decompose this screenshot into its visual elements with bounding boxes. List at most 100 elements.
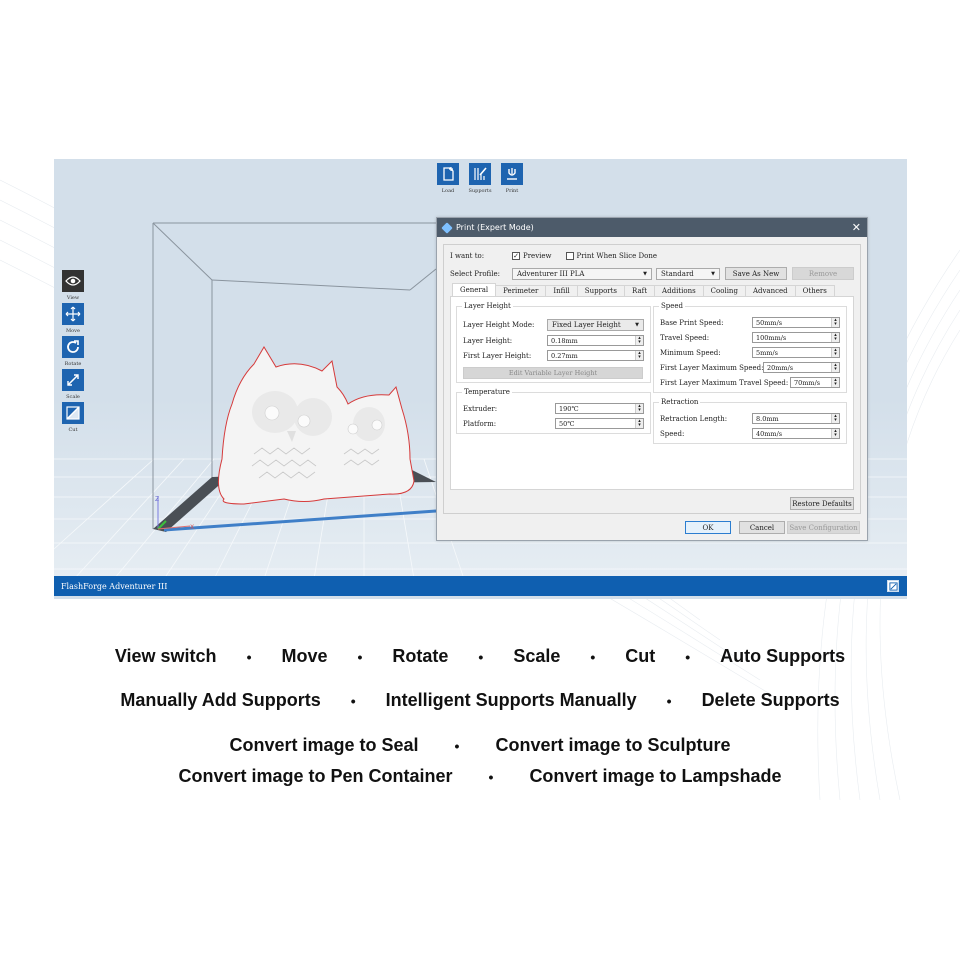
chevron-down-icon: ▼ (635, 322, 639, 328)
quality-select[interactable]: Standard ▼ (656, 267, 720, 280)
retraction-title: Retraction (659, 398, 701, 406)
first-layer-max-travel-speed-input[interactable]: 70mm/s ▴ ▾ (790, 377, 840, 388)
tab-infill[interactable]: Infill (545, 285, 578, 296)
caption-convert-lampshade: Convert image to Lampshade (529, 766, 782, 786)
spinner-arrows-icon[interactable]: ▴ ▾ (831, 414, 839, 423)
move-tool[interactable]: Move (61, 303, 85, 334)
caption-line-4: Convert image to Pen Container • Convert… (0, 766, 960, 787)
caption-convert-sculpture: Convert image to Sculpture (495, 735, 731, 755)
supports-icon[interactable] (469, 163, 491, 185)
spinner-arrows-icon[interactable]: ▴ ▾ (831, 363, 839, 372)
retraction-length-input[interactable]: 8.0mm ▴ ▾ (752, 413, 840, 424)
move-label: Move (66, 328, 80, 334)
cut-tool[interactable]: Cut (61, 402, 85, 433)
eye-icon[interactable] (62, 270, 84, 292)
spinner-arrows-icon[interactable]: ▴ ▾ (831, 333, 839, 342)
scale-arrow-icon[interactable] (62, 369, 84, 391)
chevron-down-icon: ▼ (643, 270, 647, 277)
print-icon[interactable] (501, 163, 523, 185)
profile-value: Adventurer III PLA (517, 269, 585, 278)
device-icon[interactable] (887, 580, 899, 592)
cut-icon[interactable] (62, 402, 84, 424)
left-toolbar: View Move Rotate Scale Cut (61, 270, 85, 433)
rotate-icon[interactable] (62, 336, 84, 358)
speed-group: Speed Base Print Speed: 50mm/s ▴ ▾ Travel… (653, 302, 847, 393)
travel-speed-label: Travel Speed: (660, 333, 710, 342)
rotate-tool[interactable]: Rotate (61, 336, 85, 367)
edit-variable-layer-height-button[interactable]: Edit Variable Layer Height (463, 367, 643, 379)
spinner-arrows-icon[interactable]: ▴ ▾ (635, 419, 643, 428)
save-configuration-button[interactable]: Save Configuration (787, 521, 860, 534)
rotate-label: Rotate (64, 361, 82, 367)
remove-button[interactable]: Remove (792, 267, 854, 280)
caption-delete-supports: Delete Supports (701, 690, 840, 710)
general-tab-panel: Layer Height Layer Height Mode: Fixed La… (450, 296, 854, 490)
spinner-arrows-icon[interactable]: ▴ ▾ (831, 318, 839, 327)
ok-button[interactable]: OK (685, 521, 731, 534)
extruder-temp-input[interactable]: 190℃ ▴ ▾ (555, 403, 644, 414)
travel-speed-input[interactable]: 100mm/s ▴ ▾ (752, 332, 840, 343)
layer-height-input[interactable]: 0.18mm ▴ ▾ (547, 335, 644, 346)
cancel-button[interactable]: Cancel (739, 521, 785, 534)
base-print-speed-input[interactable]: 50mm/s ▴ ▾ (752, 317, 840, 328)
tab-perimeter[interactable]: Perimeter (495, 285, 547, 296)
spinner-arrows-icon[interactable]: ▴ ▾ (635, 404, 643, 413)
travel-speed-row: Travel Speed: 100mm/s ▴ ▾ (660, 332, 840, 343)
supports-label: Supports (468, 188, 492, 194)
first-layer-height-row: First Layer Height: 0.27mm ▴ ▾ (463, 350, 644, 361)
file-add-icon[interactable] (437, 163, 459, 185)
close-icon[interactable]: ✕ (852, 221, 861, 234)
tab-advanced[interactable]: Advanced (744, 285, 796, 296)
platform-label: Platform: (463, 419, 497, 428)
load-tool[interactable]: Load (436, 163, 460, 194)
caption-intelligent-supports-manually: Intelligent Supports Manually (385, 690, 637, 710)
spinner-arrows-icon[interactable]: ▴ ▾ (831, 378, 839, 387)
z-axis-label: Z (155, 496, 159, 503)
tab-raft[interactable]: Raft (624, 285, 656, 296)
retraction-speed-input[interactable]: 40mm/s ▴ ▾ (752, 428, 840, 439)
temperature-group: Temperature Extruder: 190℃ ▴ ▾ Platform: … (456, 388, 651, 434)
tab-supports[interactable]: Supports (576, 285, 626, 296)
select-profile-label: Select Profile: (450, 269, 500, 278)
spinner-arrows-icon[interactable]: ▴ ▾ (831, 429, 839, 438)
first-layer-max-speed-input[interactable]: 20mm/s ▴ ▾ (763, 362, 840, 373)
minimum-speed-label: Minimum Speed: (660, 348, 721, 357)
retraction-speed-row: Speed: 40mm/s ▴ ▾ (660, 428, 840, 439)
owl-model[interactable] (218, 346, 415, 505)
spinner-arrows-icon[interactable]: ▴ ▾ (635, 351, 643, 360)
move-arrows-icon[interactable] (62, 303, 84, 325)
retraction-speed-label: Speed: (660, 429, 685, 438)
scale-label: Scale (66, 394, 80, 400)
layer-height-mode-value: Fixed Layer Height (552, 321, 621, 329)
scale-tool[interactable]: Scale (61, 369, 85, 400)
spinner-arrows-icon[interactable]: ▴ ▾ (635, 336, 643, 345)
layer-height-mode-select[interactable]: Fixed Layer Height ▼ (547, 319, 644, 331)
print-when-slice-done-checkbox[interactable] (565, 252, 574, 260)
tab-additions[interactable]: Additions (654, 285, 704, 296)
preview-checkbox[interactable]: ✓ (512, 252, 520, 260)
restore-defaults-button[interactable]: Restore Defaults (790, 497, 854, 510)
separator-dot: • (454, 737, 460, 754)
minimum-speed-input[interactable]: 5mm/s ▴ ▾ (752, 347, 840, 358)
quality-value: Standard (661, 269, 694, 278)
top-toolbar: Load Supports Print (436, 163, 524, 194)
tab-cooling[interactable]: Cooling (702, 285, 746, 296)
tab-general[interactable]: General (452, 283, 497, 296)
extruder-temp-value: 190℃ (559, 404, 579, 413)
save-as-new-button[interactable]: Save As New (725, 267, 787, 280)
caption-scale: Scale (513, 646, 561, 666)
print-tool[interactable]: Print (500, 163, 524, 194)
i-want-to-label: I want to: (450, 252, 485, 260)
caption-convert-seal: Convert image to Seal (229, 735, 419, 755)
profile-select[interactable]: Adventurer III PLA ▼ (512, 267, 652, 280)
separator-dot: • (478, 648, 484, 665)
platform-temp-input[interactable]: 50℃ ▴ ▾ (555, 418, 644, 429)
caption-line-2: Manually Add Supports • Intelligent Supp… (0, 690, 960, 711)
retraction-length-label: Retraction Length: (660, 414, 728, 423)
chevron-down-icon: ▼ (711, 270, 715, 277)
view-tool[interactable]: View (61, 270, 85, 301)
spinner-arrows-icon[interactable]: ▴ ▾ (831, 348, 839, 357)
first-layer-height-input[interactable]: 0.27mm ▴ ▾ (547, 350, 644, 361)
tab-others[interactable]: Others (794, 285, 835, 296)
supports-tool[interactable]: Supports (468, 163, 492, 194)
